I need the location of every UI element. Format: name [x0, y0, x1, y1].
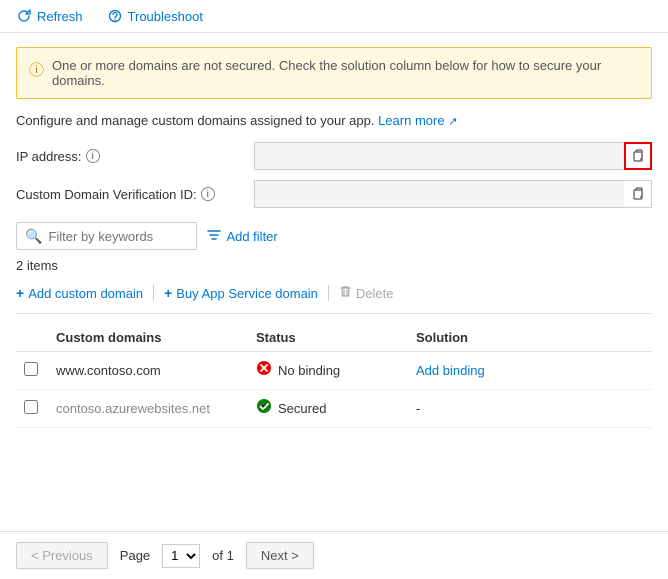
action-row: + Add custom domain + Buy App Service do…	[16, 283, 652, 314]
refresh-button[interactable]: Refresh	[12, 6, 87, 26]
verification-id-info-icon[interactable]: i	[201, 187, 215, 201]
search-input[interactable]	[48, 229, 188, 244]
verification-id-label: Custom Domain Verification ID: i	[16, 187, 246, 202]
col-solution-header: Solution	[408, 324, 652, 352]
row-status: Secured	[248, 390, 408, 428]
row-solution[interactable]: Add binding	[408, 352, 652, 390]
page-label: Page	[120, 548, 150, 563]
table-row: contoso.azurewebsites.net Secured -	[16, 390, 652, 428]
copy-icon	[631, 148, 645, 165]
row-solution: -	[408, 390, 652, 428]
refresh-label: Refresh	[37, 9, 83, 24]
solution-link[interactable]: Add binding	[416, 363, 485, 378]
warning-icon: ⓘ	[29, 59, 44, 80]
table-header-row: Custom domains Status Solution	[16, 324, 652, 352]
refresh-icon	[16, 8, 32, 24]
row-checkbox-cell	[16, 390, 48, 428]
ip-address-input[interactable]	[254, 142, 652, 170]
info-line: Configure and manage custom domains assi…	[16, 113, 652, 128]
previous-button[interactable]: < Previous	[16, 542, 108, 569]
toolbar: Refresh Troubleshoot	[0, 0, 668, 33]
verification-id-row: Custom Domain Verification ID: i	[16, 180, 652, 208]
ip-address-row: IP address: i	[16, 142, 652, 170]
troubleshoot-label: Troubleshoot	[128, 9, 203, 24]
buy-app-service-domain-button[interactable]: + Buy App Service domain	[156, 283, 326, 303]
plus-icon-1: +	[16, 285, 24, 301]
domains-table: Custom domains Status Solution www.conto…	[16, 324, 652, 428]
footer: < Previous Page 1 of 1 Next >	[0, 531, 668, 579]
troubleshoot-icon	[107, 8, 123, 24]
main-content: ⓘ One or more domains are not secured. C…	[0, 33, 668, 442]
copy-icon-2	[631, 186, 645, 203]
add-filter-label: Add filter	[226, 229, 277, 244]
action-divider-1	[153, 285, 154, 301]
ip-address-copy-button[interactable]	[624, 142, 652, 170]
table-row: www.contoso.com No binding Add binding	[16, 352, 652, 390]
row-domain: www.contoso.com	[48, 352, 248, 390]
row-domain: contoso.azurewebsites.net	[48, 390, 248, 428]
ip-address-input-wrap	[254, 142, 652, 170]
row-status: No binding	[248, 352, 408, 390]
plus-icon-2: +	[164, 285, 172, 301]
trash-icon	[339, 285, 352, 301]
filter-row: 🔍 Add filter	[16, 222, 652, 250]
status-error-icon	[256, 360, 272, 381]
external-link-icon: ↗	[448, 116, 457, 128]
col-check-header	[16, 324, 48, 352]
add-filter-button[interactable]: Add filter	[207, 228, 277, 245]
search-icon: 🔍	[25, 228, 42, 245]
ip-address-label: IP address: i	[16, 149, 246, 164]
next-button[interactable]: Next >	[246, 542, 314, 569]
verification-id-input[interactable]	[254, 180, 652, 208]
delete-button[interactable]: Delete	[331, 283, 402, 303]
col-custom-domains-header: Custom domains	[48, 324, 248, 352]
status-text: Secured	[278, 401, 326, 416]
row-checkbox-cell	[16, 352, 48, 390]
add-custom-domain-button[interactable]: + Add custom domain	[16, 283, 151, 303]
warning-text: One or more domains are not secured. Che…	[52, 58, 639, 88]
status-text: No binding	[278, 363, 340, 378]
of-label: of 1	[212, 548, 234, 563]
ip-address-info-icon[interactable]: i	[86, 149, 100, 163]
search-box: 🔍	[16, 222, 197, 250]
row-checkbox[interactable]	[24, 362, 38, 376]
col-status-header: Status	[248, 324, 408, 352]
row-checkbox[interactable]	[24, 400, 38, 414]
info-text: Configure and manage custom domains assi…	[16, 113, 374, 128]
verification-id-copy-button[interactable]	[624, 180, 652, 208]
item-count: 2 items	[16, 258, 652, 273]
status-ok-icon	[256, 398, 272, 419]
action-divider-2	[328, 285, 329, 301]
filter-icon	[207, 228, 221, 245]
troubleshoot-button[interactable]: Troubleshoot	[103, 6, 207, 26]
learn-more-link[interactable]: Learn more ↗	[378, 113, 457, 128]
warning-banner: ⓘ One or more domains are not secured. C…	[16, 47, 652, 99]
page-select[interactable]: 1	[162, 544, 200, 568]
verification-id-input-wrap	[254, 180, 652, 208]
